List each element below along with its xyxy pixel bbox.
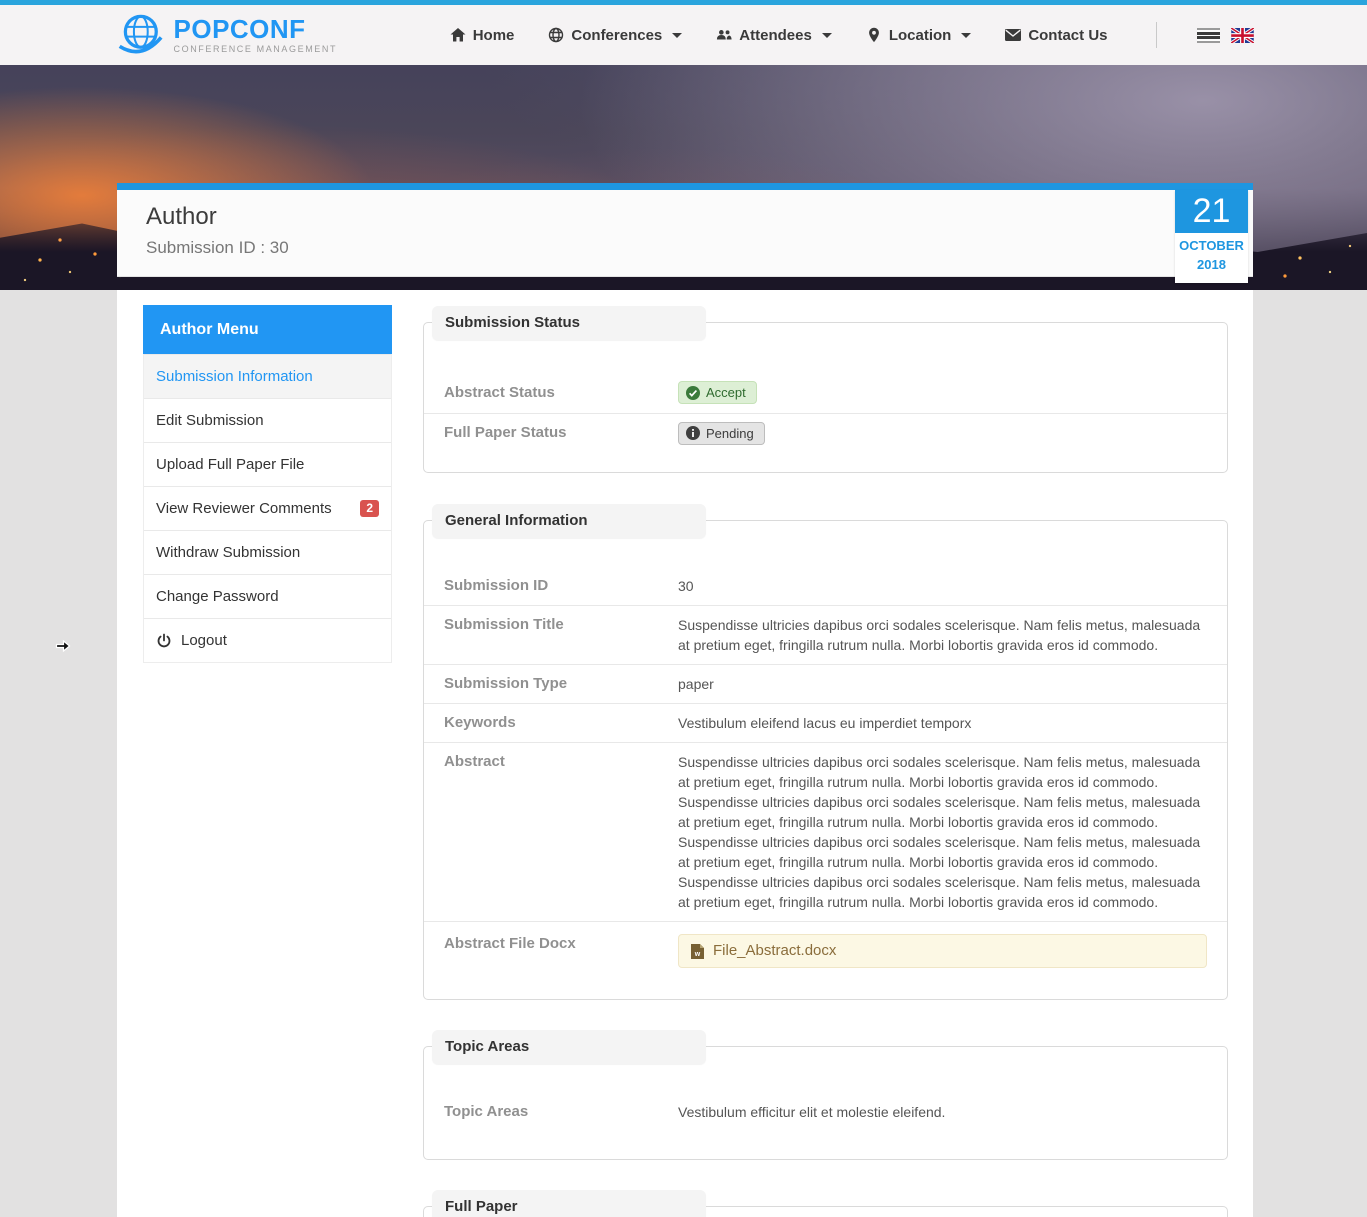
row-label: Submission Type (444, 674, 678, 694)
topic-areas-row: Topic Areas Vestibulum efficitur elit et… (424, 1093, 1227, 1131)
svg-text:w: w (694, 951, 701, 958)
section-tab-general-information: General Information (432, 504, 706, 538)
sidebar-item-label: Submission Information (156, 368, 313, 385)
language-flag-uk[interactable] (1231, 28, 1254, 43)
nav-label: Location (889, 27, 952, 44)
keywords-row: Keywords Vestibulum eleifend lacus eu im… (424, 703, 1227, 742)
row-value: Vestibulum eleifend lacus eu imperdiet t… (678, 713, 1207, 733)
brand-tagline: CONFERENCE MANAGEMENT (174, 44, 338, 54)
status-badge-pending: Pending (678, 422, 765, 445)
sidebar-item-label: Withdraw Submission (156, 544, 300, 561)
submission-type-row: Submission Type paper (424, 664, 1227, 703)
globe-icon (548, 27, 564, 43)
check-circle-icon (686, 386, 700, 400)
chevron-down-icon (822, 33, 832, 38)
page-title: Author (146, 203, 1253, 231)
abstract-file-link[interactable]: w File_Abstract.docx (678, 934, 1207, 968)
nav-item-location[interactable]: Location (866, 27, 972, 44)
submission-status-card: Abstract Status Accept Full Paper Status… (423, 322, 1228, 473)
row-value: Suspendisse ultricies dapibus orci sodal… (678, 615, 1207, 655)
globe-logo-icon (114, 9, 166, 61)
file-name: File_Abstract.docx (713, 941, 836, 961)
row-label: Topic Areas (444, 1102, 678, 1122)
comments-count-badge: 2 (360, 500, 379, 517)
sidebar-item-label: Edit Submission (156, 412, 264, 429)
nav-label: Conferences (571, 27, 662, 44)
row-label: Abstract (444, 752, 678, 912)
brand-logo[interactable]: POPCONF CONFERENCE MANAGEMENT (114, 9, 338, 61)
section-tab-submission-status: Submission Status (432, 306, 706, 340)
sidebar-item-submission-information[interactable]: Submission Information (144, 354, 391, 398)
submission-id-row: Submission ID 30 (424, 567, 1227, 605)
row-label: Keywords (444, 713, 678, 733)
page-header-panel: Author Submission ID : 30 21 OCTOBER 201… (117, 183, 1253, 277)
status-badge-label: Pending (706, 426, 754, 441)
row-label: Abstract File Docx (444, 934, 678, 968)
nav-item-contact-us[interactable]: Contact Us (1005, 27, 1107, 44)
sidebar-item-view-reviewer-comments[interactable]: View Reviewer Comments 2 (144, 486, 391, 530)
sidebar-item-edit-submission[interactable]: Edit Submission (144, 398, 391, 442)
sidebar-item-logout[interactable]: Logout (144, 618, 391, 662)
date-month: OCTOBER (1175, 238, 1248, 253)
nav-label: Contact Us (1028, 27, 1107, 44)
author-menu: Author Menu Submission Information Edit … (143, 306, 392, 663)
nav-label: Home (473, 27, 515, 44)
submission-title-row: Submission Title Suspendisse ultricies d… (424, 605, 1227, 664)
status-badge-accept: Accept (678, 381, 757, 404)
screen: POPCONF CONFERENCE MANAGEMENT Home Confe… (0, 0, 1367, 1217)
sidebar-item-label: Upload Full Paper File (156, 456, 304, 473)
row-value: Vestibulum efficitur elit et molestie el… (678, 1102, 1207, 1122)
sidebar-item-change-password[interactable]: Change Password (144, 574, 391, 618)
power-icon (156, 633, 172, 649)
word-file-icon: w (691, 944, 704, 959)
row-label: Submission Title (444, 615, 678, 655)
row-label: Abstract Status (444, 383, 678, 403)
row-value: 30 (678, 576, 1207, 596)
language-flag-stripes[interactable] (1197, 28, 1220, 43)
chevron-down-icon (672, 33, 682, 38)
envelope-icon (1005, 27, 1021, 43)
row-label: Submission ID (444, 576, 678, 596)
abstract-file-row: Abstract File Docx w File_Abstract.docx (424, 921, 1227, 977)
full-paper-status-row: Full Paper Status Pending (424, 413, 1227, 454)
section-tab-topic-areas: Topic Areas (432, 1030, 706, 1064)
date-year: 2018 (1175, 257, 1248, 272)
nav-label: Attendees (739, 27, 812, 44)
section-tab-full-paper: Full Paper (432, 1190, 706, 1217)
sidebar-item-label: View Reviewer Comments (156, 500, 332, 517)
navbar: POPCONF CONFERENCE MANAGEMENT Home Confe… (0, 5, 1367, 65)
users-icon (716, 27, 732, 43)
row-label: Full Paper Status (444, 423, 678, 443)
chevron-down-icon (961, 33, 971, 38)
abstract-status-row: Abstract Status Accept (424, 373, 1227, 413)
general-information-card: Submission ID 30 Submission Title Suspen… (423, 520, 1228, 1000)
sidebar-item-label: Logout (181, 632, 227, 649)
sidebar-item-withdraw-submission[interactable]: Withdraw Submission (144, 530, 391, 574)
mouse-cursor-icon (55, 638, 71, 654)
nav-menu: Home Conferences Attendees Location (450, 22, 1254, 48)
map-marker-icon (866, 27, 882, 43)
sidebar-item-label: Change Password (156, 588, 279, 605)
sidebar-item-upload-full-paper-file[interactable]: Upload Full Paper File (144, 442, 391, 486)
abstract-row: Abstract Suspendisse ultricies dapibus o… (424, 742, 1227, 921)
nav-divider (1156, 22, 1157, 48)
info-circle-icon (686, 426, 700, 440)
author-menu-title: Author Menu (143, 305, 392, 354)
brand-name: POPCONF (174, 16, 338, 42)
home-icon (450, 27, 466, 43)
page-subtitle: Submission ID : 30 (146, 238, 1253, 258)
row-value: paper (678, 674, 1207, 694)
status-badge-label: Accept (706, 385, 746, 400)
nav-item-attendees[interactable]: Attendees (716, 27, 832, 44)
row-value: Suspendisse ultricies dapibus orci sodal… (678, 752, 1207, 912)
nav-item-conferences[interactable]: Conferences (548, 27, 682, 44)
nav-item-home[interactable]: Home (450, 27, 515, 44)
date-badge: 21 OCTOBER 2018 (1175, 190, 1248, 283)
date-day: 21 (1175, 190, 1248, 233)
